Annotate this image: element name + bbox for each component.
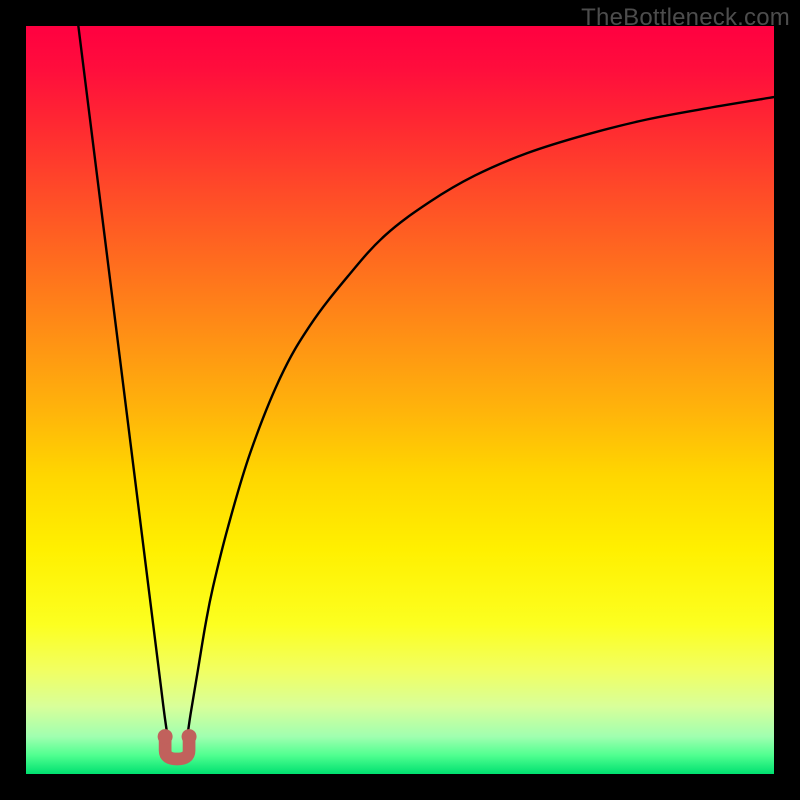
notch-end-right — [182, 729, 197, 744]
chart-svg — [26, 26, 774, 774]
gradient-background — [26, 26, 774, 774]
watermark-text: TheBottleneck.com — [581, 4, 790, 32]
outer-frame: TheBottleneck.com — [0, 0, 800, 800]
plot-area — [26, 26, 774, 774]
notch-end-left — [158, 729, 173, 744]
